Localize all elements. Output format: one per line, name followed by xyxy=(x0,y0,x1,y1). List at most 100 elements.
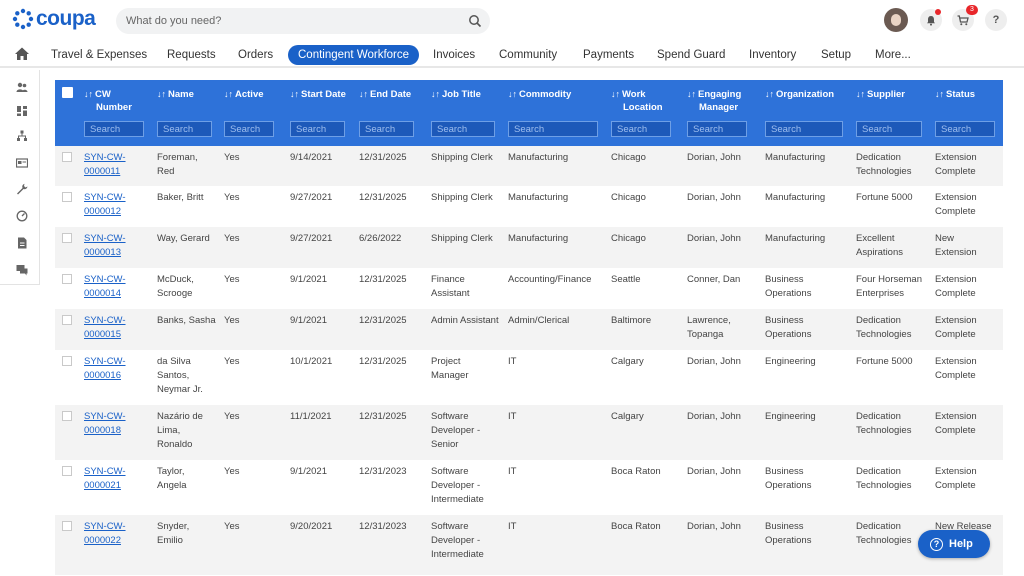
row-checkbox[interactable] xyxy=(62,152,72,162)
help-button[interactable]: ? Help xyxy=(918,530,990,558)
cell-cw-number[interactable]: SYN-CW- 0000012 xyxy=(84,191,126,219)
row-checkbox[interactable] xyxy=(62,233,72,243)
sort-icon[interactable]: ↓↑ xyxy=(84,89,93,99)
select-all-checkbox[interactable] xyxy=(62,87,73,98)
cell-status: Extension Complete xyxy=(935,152,977,177)
nav-requests[interactable]: Requests xyxy=(167,45,216,65)
cell-cw-number[interactable]: SYN-CW- 0000013 xyxy=(84,232,126,260)
table-row[interactable]: SYN-CW- 0000018 Nazário de Lima, Ronaldo Yes 1… xyxy=(55,405,1003,460)
cell-engaging-manager: Dorian, John xyxy=(687,411,741,422)
row-checkbox[interactable] xyxy=(62,315,72,325)
cell-engaging-manager: Conner, Dan xyxy=(687,274,741,285)
cell-cw-number[interactable]: SYN-CW- 0000022 xyxy=(84,520,126,548)
home-icon[interactable] xyxy=(14,46,30,62)
table-row[interactable]: SYN-CW- 0000021 Taylor, Angela Yes 9/1/2021 12… xyxy=(55,460,1003,515)
cell-cw-number[interactable]: SYN-CW- 0000011 xyxy=(84,151,126,179)
table-row[interactable]: SYN-CW- 0000014 McDuck, Scrooge Yes 9/1/2021 1… xyxy=(55,268,1003,309)
users-icon[interactable] xyxy=(16,81,28,93)
nav-inventory[interactable]: Inventory xyxy=(749,45,796,65)
column-search-cw-number[interactable] xyxy=(84,121,144,137)
sort-icon[interactable]: ↓↑ xyxy=(935,89,944,99)
cell-active: Yes xyxy=(224,152,240,163)
column-search-end-date[interactable] xyxy=(359,121,414,137)
sort-icon[interactable]: ↓↑ xyxy=(431,89,440,99)
row-checkbox[interactable] xyxy=(62,411,72,421)
hierarchy-icon[interactable] xyxy=(16,130,28,142)
cell-cw-number[interactable]: SYN-CW- 0000016 xyxy=(84,355,126,383)
sort-icon[interactable]: ↓↑ xyxy=(765,89,774,99)
nav-more[interactable]: More... xyxy=(875,45,911,65)
column-search-commodity[interactable] xyxy=(508,121,598,137)
table-row[interactable]: SYN-CW- 0000022 Snyder, Emilio Yes 9/20/2021 1… xyxy=(55,515,1003,575)
row-checkbox[interactable] xyxy=(62,521,72,531)
row-checkbox[interactable] xyxy=(62,192,72,202)
column-header-work-location[interactable]: ↓↑ Work Location xyxy=(611,88,663,114)
nav-setup[interactable]: Setup xyxy=(821,45,851,65)
row-checkbox[interactable] xyxy=(62,356,72,366)
cell-cw-number[interactable]: SYN-CW- 0000014 xyxy=(84,273,126,301)
sort-icon[interactable]: ↓↑ xyxy=(687,89,696,99)
sort-icon[interactable]: ↓↑ xyxy=(611,89,620,99)
wrench-icon[interactable] xyxy=(16,183,28,195)
column-header-engaging-manager[interactable]: ↓↑ Engaging Manager xyxy=(687,88,741,114)
column-header-status[interactable]: ↓↑ Status xyxy=(935,88,975,101)
search-icon[interactable] xyxy=(468,14,482,28)
document-icon[interactable] xyxy=(16,237,28,249)
gauge-icon[interactable] xyxy=(16,210,28,222)
column-header-cw-number[interactable]: ↓↑ CW Number xyxy=(84,88,132,114)
column-search-name[interactable] xyxy=(157,121,212,137)
nav-spend-guard[interactable]: Spend Guard xyxy=(657,45,725,65)
row-checkbox[interactable] xyxy=(62,274,72,284)
column-search-active[interactable] xyxy=(224,121,274,137)
sort-icon[interactable]: ↓↑ xyxy=(508,89,517,99)
cell-engaging-manager: Dorian, John xyxy=(687,466,741,477)
column-search-organization[interactable] xyxy=(765,121,843,137)
column-header-name[interactable]: ↓↑ Name xyxy=(157,88,194,101)
global-search[interactable] xyxy=(116,8,490,34)
table-row[interactable]: SYN-CW- 0000011 Foreman, Red Yes 9/14/2021 12/… xyxy=(55,146,1003,186)
cart-button[interactable]: 3 xyxy=(952,5,978,31)
search-input[interactable] xyxy=(126,12,456,30)
cell-cw-number[interactable]: SYN-CW- 0000021 xyxy=(84,465,126,493)
cell-name: Nazário de Lima, Ronaldo xyxy=(157,411,203,450)
column-header-job-title[interactable]: ↓↑ Job Title xyxy=(431,88,481,101)
user-avatar[interactable] xyxy=(884,8,908,32)
column-header-commodity[interactable]: ↓↑ Commodity xyxy=(508,88,571,101)
sort-icon[interactable]: ↓↑ xyxy=(359,89,368,99)
help-question-button[interactable]: ? xyxy=(985,9,1007,31)
column-search-start-date[interactable] xyxy=(290,121,345,137)
row-checkbox[interactable] xyxy=(62,466,72,476)
column-search-supplier[interactable] xyxy=(856,121,922,137)
nav-payments[interactable]: Payments xyxy=(583,45,634,65)
dashboard-icon[interactable] xyxy=(16,105,28,117)
sort-icon[interactable]: ↓↑ xyxy=(157,89,166,99)
column-header-end-date[interactable]: ↓↑ End Date xyxy=(359,88,411,101)
nav-orders[interactable]: Orders xyxy=(238,45,273,65)
cell-cw-number[interactable]: SYN-CW- 0000018 xyxy=(84,410,126,438)
coupa-logo[interactable]: coupa xyxy=(12,7,96,31)
column-search-engaging-manager[interactable] xyxy=(687,121,747,137)
table-row[interactable]: SYN-CW- 0000012 Baker, Britt Yes 9/27/2021 12… xyxy=(55,186,1003,227)
table-row[interactable]: SYN-CW- 0000015 Banks, Sasha Yes 9/1/2021 12/… xyxy=(55,309,1003,350)
column-search-job-title[interactable] xyxy=(431,121,495,137)
sort-icon[interactable]: ↓↑ xyxy=(290,89,299,99)
nav-travel-expenses[interactable]: Travel & Expenses xyxy=(51,45,147,65)
notifications-button[interactable] xyxy=(920,9,942,31)
nav-contingent-workforce[interactable]: Contingent Workforce xyxy=(288,45,420,65)
card-icon[interactable] xyxy=(16,157,28,169)
table-row[interactable]: SYN-CW- 0000016 da Silva Santos, Neymar Jr. Y… xyxy=(55,350,1003,405)
column-header-supplier[interactable]: ↓↑ Supplier xyxy=(856,88,905,101)
sort-icon[interactable]: ↓↑ xyxy=(856,89,865,99)
nav-community[interactable]: Community xyxy=(499,45,557,65)
sort-icon[interactable]: ↓↑ xyxy=(224,89,233,99)
column-header-start-date[interactable]: ↓↑ Start Date xyxy=(290,88,346,101)
column-search-work-location[interactable] xyxy=(611,121,671,137)
column-header-active[interactable]: ↓↑ Active xyxy=(224,88,264,101)
column-search-status[interactable] xyxy=(935,121,995,137)
cell-cw-number[interactable]: SYN-CW- 0000015 xyxy=(84,314,126,342)
top-bar: coupa 3 ? xyxy=(0,0,1024,42)
chat-icon[interactable] xyxy=(16,264,28,276)
nav-invoices[interactable]: Invoices xyxy=(433,45,475,65)
column-header-organization[interactable]: ↓↑ Organization xyxy=(765,88,834,101)
table-row[interactable]: SYN-CW- 0000013 Way, Gerard Yes 9/27/2021 6/2… xyxy=(55,227,1003,268)
